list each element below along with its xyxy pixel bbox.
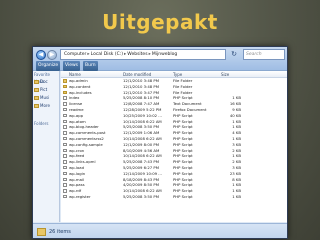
column-date-modified[interactable]: Date modified xyxy=(123,71,151,78)
file-icon xyxy=(63,183,67,187)
table-row[interactable]: wp-register 5/25/2008 3:50 PM PHP Script 1 … xyxy=(61,193,287,200)
folder-icon xyxy=(34,80,39,84)
file-icon xyxy=(63,119,67,124)
item-count: 26 items xyxy=(49,229,71,235)
folder-icon xyxy=(34,88,39,92)
window-chrome: ◀ ▶ Computer▸Local Disk (C:)▸Websites▸Mi… xyxy=(33,47,287,71)
file-icon xyxy=(63,142,67,147)
address-bar[interactable]: Computer▸Local Disk (C:)▸Websites▸Mijnwe… xyxy=(60,49,226,60)
file-icon xyxy=(63,160,67,164)
favorite-links-heading: Favorite Links xyxy=(34,72,50,84)
status-bar: 26 items xyxy=(33,223,287,238)
views-button[interactable]: Views xyxy=(63,61,81,71)
back-arrow-icon[interactable]: ◀ xyxy=(36,50,46,60)
file-list: Name Date modified Type Size wp-admin 12/… xyxy=(61,71,287,222)
sidebar-item-documents[interactable]: Doc xyxy=(33,78,59,86)
sidebar-item-pictures[interactable]: Pict xyxy=(33,86,59,94)
file-name: wp-register xyxy=(69,193,91,199)
folder-icon xyxy=(63,79,67,83)
sidebar-item-more[interactable]: More xyxy=(33,102,59,110)
folders-heading[interactable]: Folders xyxy=(33,120,59,127)
burn-button[interactable]: Burn xyxy=(83,61,98,71)
file-icon xyxy=(63,189,67,193)
file-icon xyxy=(63,125,67,129)
folder-icon xyxy=(63,84,67,89)
file-icon xyxy=(63,148,67,153)
file-type: PHP Script xyxy=(173,193,193,199)
file-icon xyxy=(63,136,67,141)
file-icon xyxy=(63,165,67,170)
file-icon xyxy=(63,107,67,112)
breadcrumb-computer[interactable]: Computer xyxy=(64,52,86,57)
folder-icon xyxy=(63,90,67,95)
navigation-pane: Favorite Links Doc Pict Musi More Folder… xyxy=(33,71,60,222)
column-headers: Name Date modified Type Size xyxy=(61,71,287,78)
explorer-window: ◀ ▶ Computer▸Local Disk (C:)▸Websites▸Mi… xyxy=(32,46,288,239)
file-date-modified: 5/25/2008 3:50 PM xyxy=(123,193,159,199)
breadcrumb-websites[interactable]: Websites xyxy=(127,52,147,57)
column-name[interactable]: Name xyxy=(69,71,81,78)
forward-arrow-icon[interactable]: ▶ xyxy=(47,50,57,60)
file-icon xyxy=(63,194,67,199)
folder-icon xyxy=(37,228,46,236)
column-size[interactable]: Size xyxy=(221,71,229,78)
organize-button[interactable]: Organize xyxy=(36,61,61,71)
file-rows: wp-admin 12/1/2010 3:48 PM File Folder wp-c… xyxy=(61,78,287,200)
file-icon xyxy=(63,177,67,182)
column-type[interactable]: Type xyxy=(173,71,182,78)
folder-icon xyxy=(34,96,39,100)
breadcrumb-local-disk[interactable]: Local Disk (C:) xyxy=(91,52,123,57)
file-icon xyxy=(63,131,67,135)
breadcrumb-mijnweblog[interactable]: Mijnweblog xyxy=(152,52,177,57)
command-toolbar: Organize Views Burn xyxy=(33,61,287,71)
file-icon xyxy=(63,113,67,118)
slide-background: Uitgepakt ◀ ▶ Computer▸Local Disk (C:)▸W… xyxy=(0,0,320,240)
file-size: 1 KB xyxy=(232,193,241,199)
file-icon xyxy=(63,102,67,106)
refresh-icon[interactable]: ↻ xyxy=(229,50,239,59)
sidebar-item-music[interactable]: Musi xyxy=(33,94,59,102)
file-icon xyxy=(63,96,67,100)
file-icon xyxy=(63,171,67,176)
slide-title: Uitgepakt xyxy=(102,10,218,34)
search-input[interactable]: Search xyxy=(243,49,285,60)
file-icon xyxy=(63,154,67,158)
folder-icon xyxy=(34,104,39,108)
